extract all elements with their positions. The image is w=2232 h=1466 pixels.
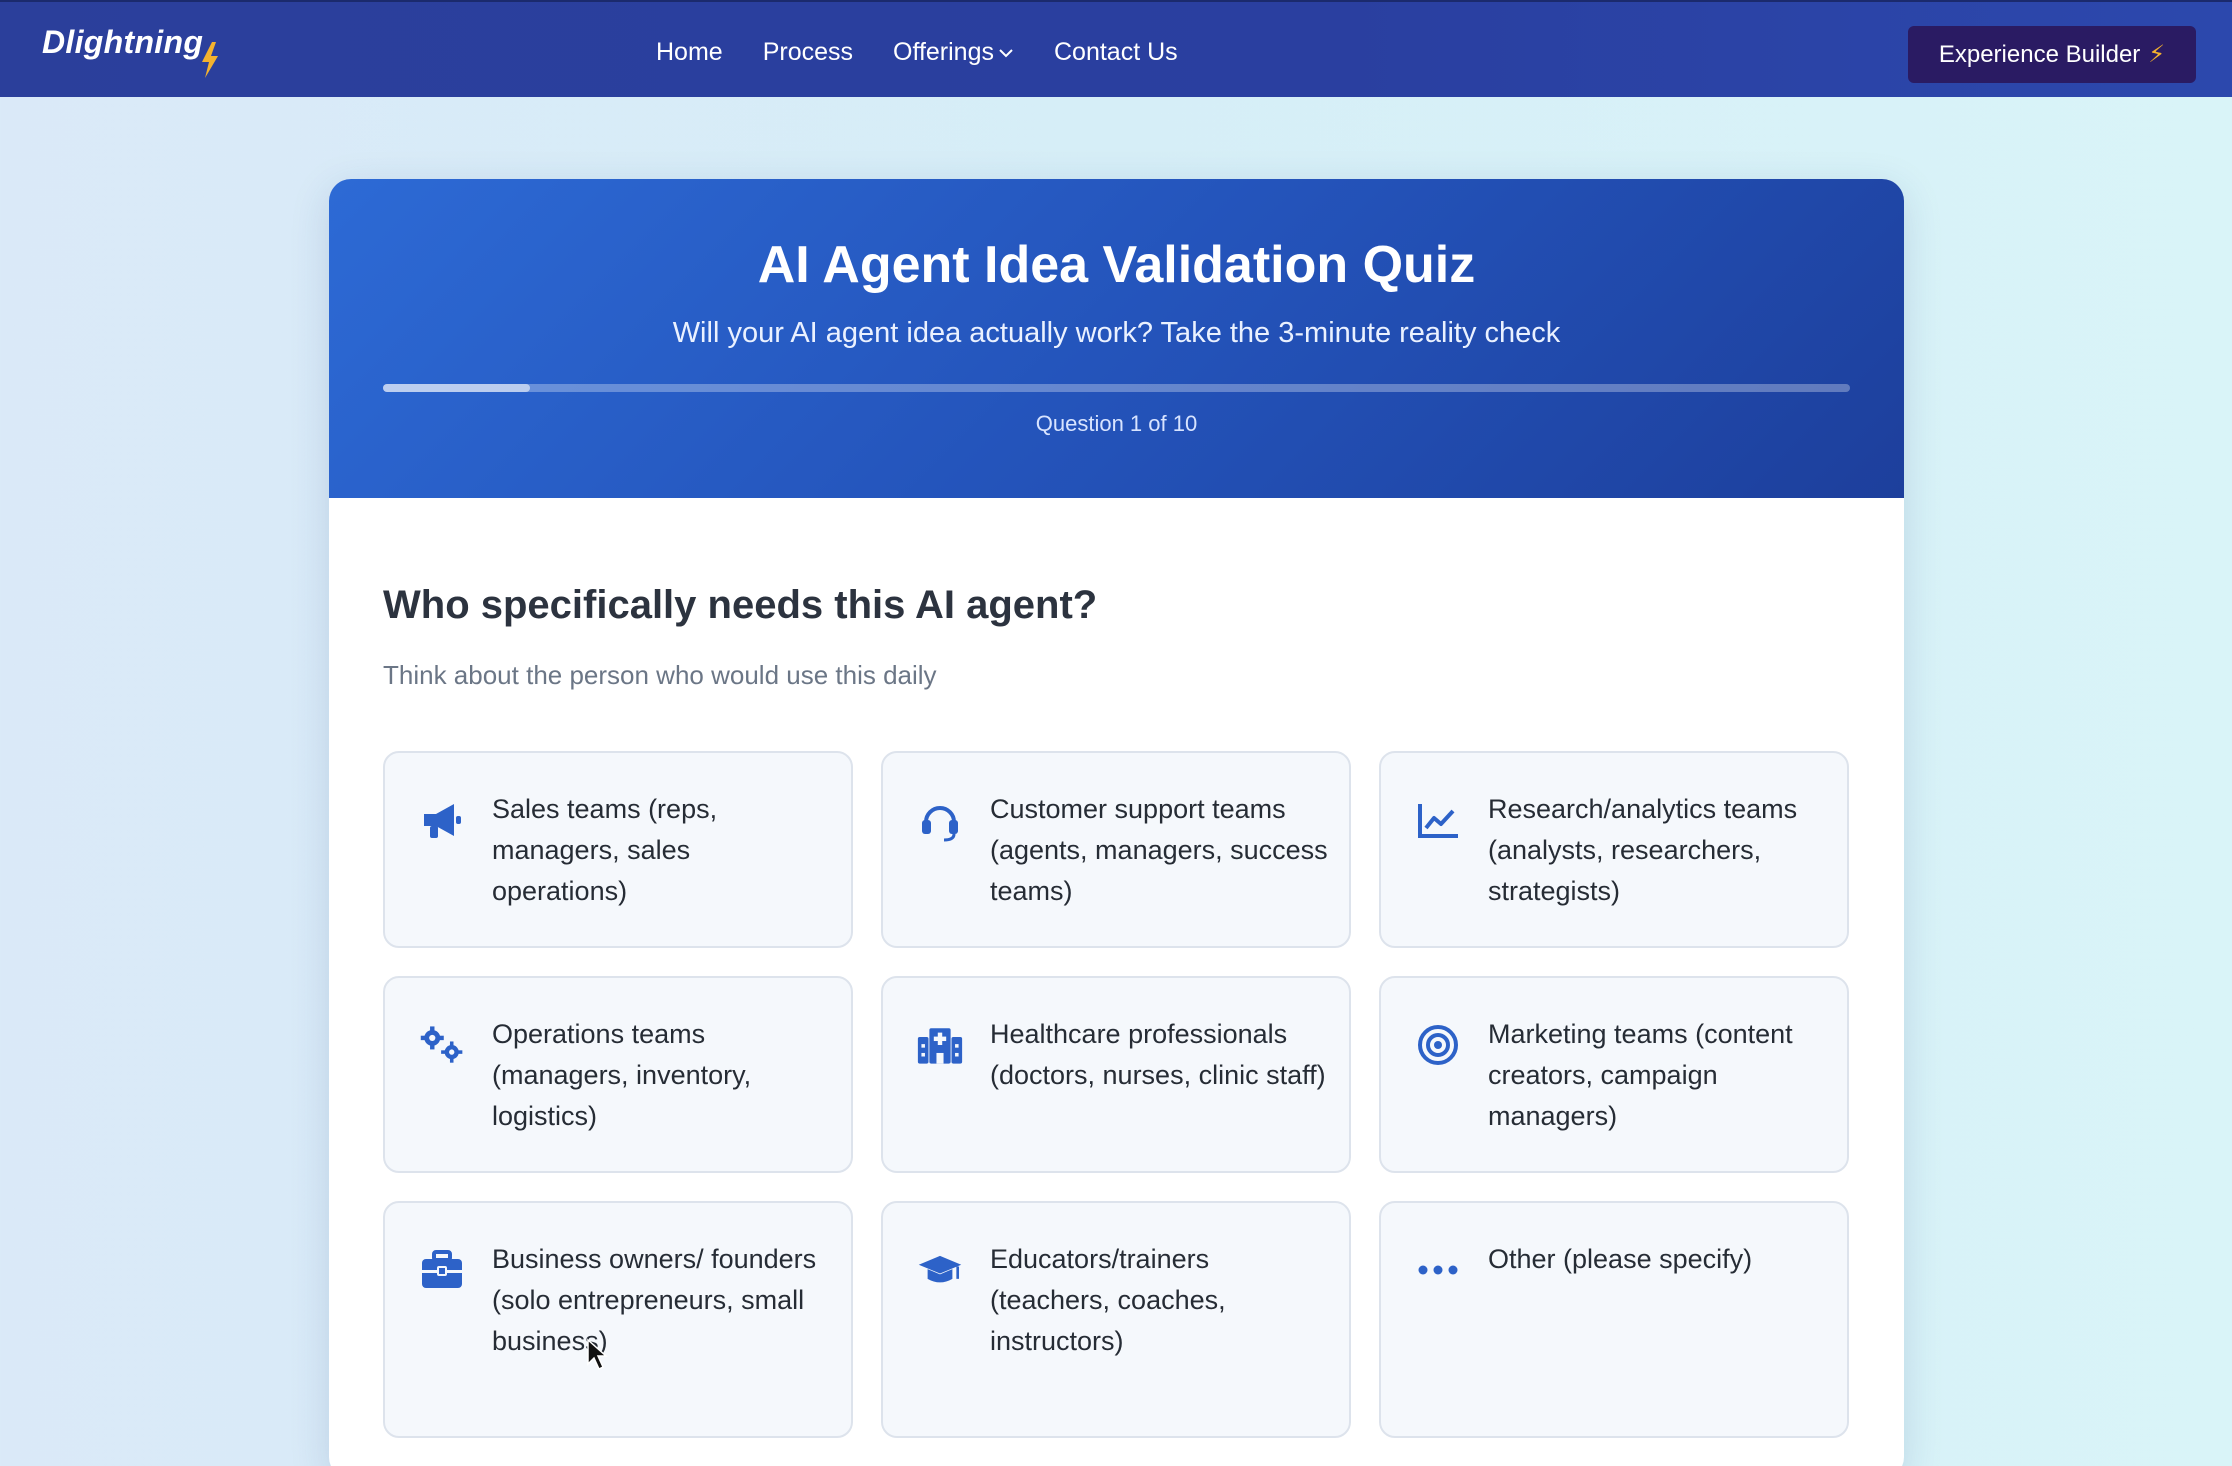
chevron-down-icon bbox=[999, 48, 1013, 57]
option-customer-support[interactable]: Customer support teams (agents, managers… bbox=[881, 751, 1351, 948]
top-navbar: Dlightning Home Process Offerings Contac… bbox=[0, 0, 2232, 97]
brand-logo[interactable]: Dlightning bbox=[42, 24, 203, 61]
quiz-card: AI Agent Idea Validation Quiz Will your … bbox=[329, 179, 1904, 1466]
option-educators[interactable]: Educators/trainers (teachers, coaches, i… bbox=[881, 1201, 1351, 1438]
option-label: Business owners/ founders (solo entrepre… bbox=[492, 1244, 817, 1356]
nav-link-offerings[interactable]: Offerings bbox=[893, 38, 1014, 67]
lightning-icon: ⚡ bbox=[2148, 41, 2166, 68]
option-label: Sales teams (reps, managers, sales opera… bbox=[492, 794, 718, 906]
nav-link-process[interactable]: Process bbox=[763, 38, 853, 67]
mouse-cursor-icon bbox=[587, 1338, 608, 1371]
option-sales-teams[interactable]: Sales teams (reps, managers, sales opera… bbox=[383, 751, 853, 948]
option-label: Other (please specify) bbox=[1488, 1244, 1753, 1274]
hospital-icon bbox=[917, 1022, 963, 1068]
option-business-owners[interactable]: Business owners/ founders (solo entrepre… bbox=[383, 1201, 853, 1438]
gears-icon bbox=[419, 1022, 465, 1068]
option-label: Operations teams (managers, inventory, l… bbox=[492, 1019, 752, 1131]
question-hint: Think about the person who would use thi… bbox=[383, 660, 937, 690]
nav-links: Home Process Offerings Contact Us bbox=[656, 38, 1218, 67]
megaphone-icon bbox=[419, 797, 465, 843]
nav-link-contact[interactable]: Contact Us bbox=[1054, 38, 1178, 67]
lightning-bolt-icon bbox=[202, 42, 218, 78]
option-other[interactable]: Other (please specify) bbox=[1379, 1201, 1849, 1438]
option-label: Research/analytics teams (analysts, rese… bbox=[1488, 794, 1798, 906]
question-title: Who specifically needs this AI agent? bbox=[383, 583, 1098, 627]
option-operations-teams[interactable]: Operations teams (managers, inventory, l… bbox=[383, 976, 853, 1173]
option-healthcare[interactable]: Healthcare professionals (doctors, nurse… bbox=[881, 976, 1351, 1173]
chart-line-icon bbox=[1415, 797, 1461, 843]
quiz-header: AI Agent Idea Validation Quiz Will your … bbox=[329, 179, 1904, 498]
cta-label: Experience Builder bbox=[1938, 40, 2141, 68]
option-research-analytics[interactable]: Research/analytics teams (analysts, rese… bbox=[1379, 751, 1849, 948]
headset-icon bbox=[917, 797, 963, 843]
target-icon bbox=[1415, 1022, 1461, 1068]
progress-text: Question 1 of 10 bbox=[1035, 411, 1198, 436]
experience-builder-button[interactable]: Experience Builder ⚡ bbox=[1908, 26, 2196, 83]
option-label: Customer support teams (agents, managers… bbox=[990, 794, 1328, 906]
option-label: Healthcare professionals (doctors, nurse… bbox=[990, 1019, 1326, 1090]
nav-link-home[interactable]: Home bbox=[656, 38, 723, 67]
progress-fill bbox=[383, 384, 530, 392]
option-label: Marketing teams (content creators, campa… bbox=[1488, 1019, 1793, 1131]
option-marketing-teams[interactable]: Marketing teams (content creators, campa… bbox=[1379, 976, 1849, 1173]
quiz-title: AI Agent Idea Validation Quiz bbox=[757, 236, 1476, 294]
ellipsis-icon bbox=[1415, 1247, 1461, 1293]
progress-bar bbox=[383, 384, 1850, 392]
briefcase-icon bbox=[419, 1247, 465, 1293]
option-label: Educators/trainers (teachers, coaches, i… bbox=[990, 1244, 1226, 1356]
graduation-cap-icon bbox=[917, 1247, 963, 1293]
quiz-subtitle: Will your AI agent idea actually work? T… bbox=[672, 317, 1561, 349]
